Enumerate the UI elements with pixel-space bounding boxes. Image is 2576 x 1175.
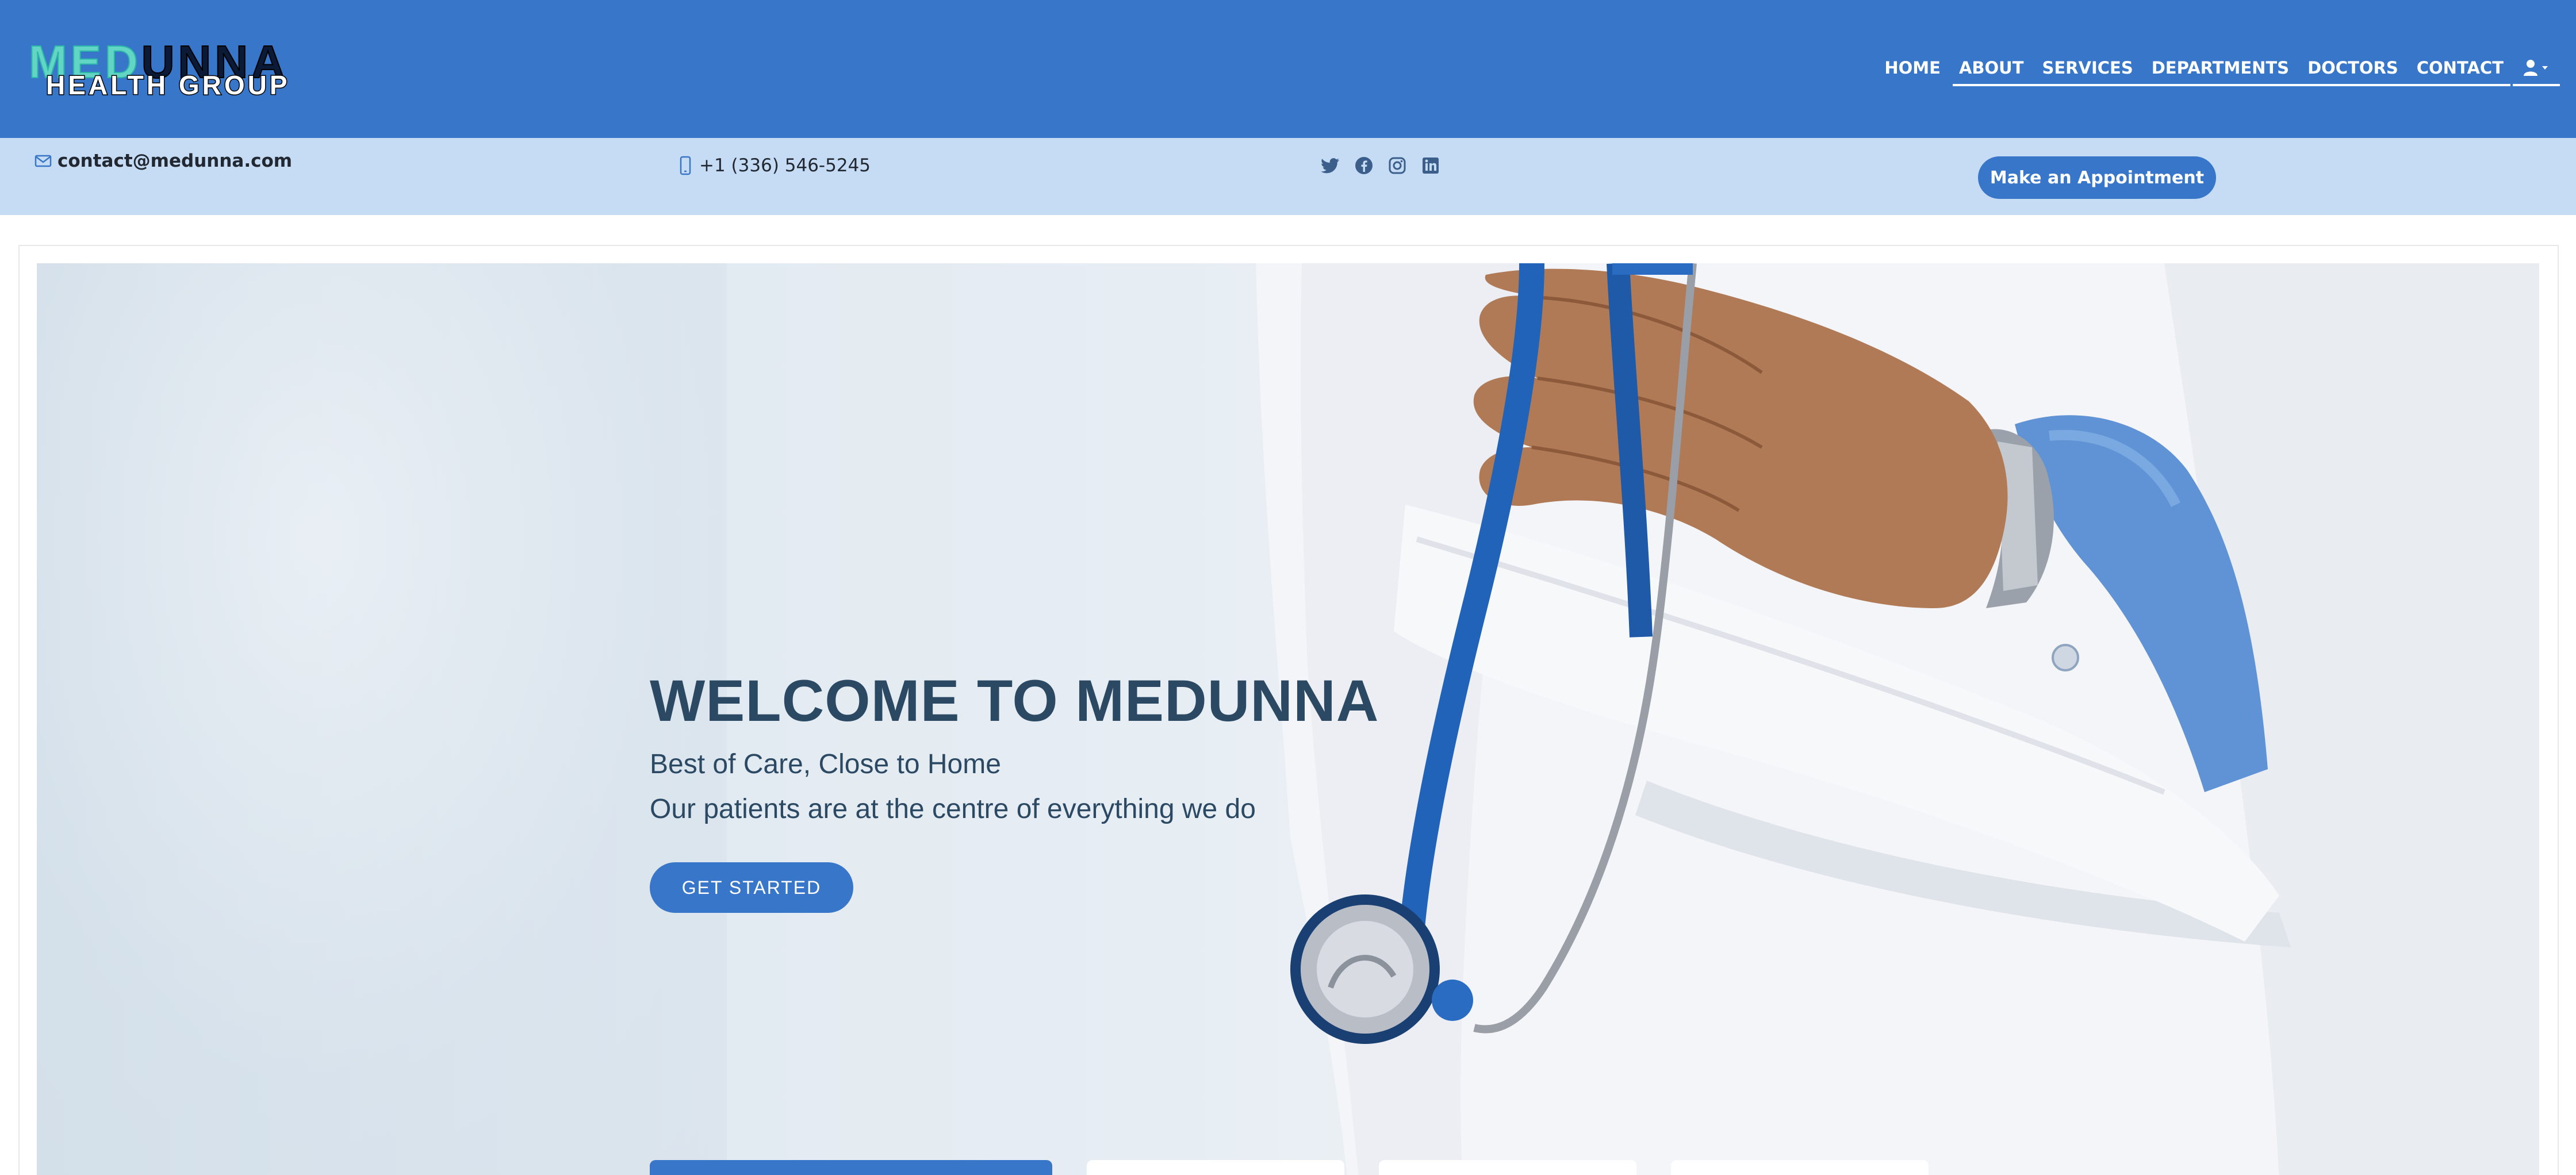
nav-about[interactable]: ABOUT: [1950, 49, 2033, 86]
phone-text[interactable]: +1 (336) 546-5245: [699, 155, 871, 176]
nav-active-underline: [1953, 84, 2510, 86]
nav-home[interactable]: HOME: [1875, 49, 1950, 86]
nav-doctors[interactable]: DOCTORS: [2298, 49, 2408, 86]
email-text[interactable]: contact@medunna.com: [57, 151, 292, 171]
social-links: [1321, 156, 1440, 175]
user-icon: [2524, 60, 2548, 76]
hero-subtitle: Best of Care, Close to Home: [650, 749, 1001, 780]
hero-banner: WELCOME TO MEDUNNA Best of Care, Close t…: [37, 263, 2539, 1175]
facebook-icon[interactable]: [1355, 156, 1373, 175]
instagram-icon[interactable]: [1388, 156, 1406, 175]
phone-contact[interactable]: +1 (336) 546-5245: [680, 155, 871, 176]
brand-logo[interactable]: MEDUNNA HEALTH GROUP: [28, 39, 362, 101]
get-started-button[interactable]: GET STARTED: [650, 862, 853, 913]
site-header: MEDUNNA HEALTH GROUP HOME ABOUT SERVICES…: [0, 0, 2576, 138]
nav-departments[interactable]: DEPARTMENTS: [2142, 49, 2298, 86]
envelope-icon: [34, 155, 52, 167]
linkedin-icon[interactable]: [1421, 156, 1440, 175]
logo-tagline: HEALTH GROUP: [45, 70, 290, 101]
contact-topbar: contact@medunna.com +1 (336) 546-5245 Ma…: [0, 138, 2576, 215]
chevron-down-icon: [2542, 66, 2548, 70]
hero-content: WELCOME TO MEDUNNA Best of Care, Close t…: [650, 669, 1379, 913]
email-contact[interactable]: contact@medunna.com: [34, 151, 292, 171]
main-nav: HOME ABOUT SERVICES DEPARTMENTS DOCTORS …: [1875, 49, 2513, 86]
user-menu-underline: [2513, 84, 2560, 86]
nav-contact[interactable]: CONTACT: [2408, 49, 2513, 86]
feature-card[interactable]: [1671, 1160, 1929, 1175]
hero-title: WELCOME TO MEDUNNA: [650, 668, 1379, 734]
hero-tagline: Our patients are at the centre of everyt…: [650, 794, 1256, 824]
feature-card[interactable]: [1379, 1160, 1636, 1175]
phone-icon: [680, 156, 691, 175]
feature-card[interactable]: [1087, 1160, 1344, 1175]
user-menu-toggle[interactable]: [2513, 49, 2560, 86]
twitter-icon[interactable]: [1321, 158, 1340, 174]
make-appointment-button[interactable]: Make an Appointment: [1978, 156, 2216, 199]
nav-services[interactable]: SERVICES: [2033, 49, 2142, 86]
feature-card-primary[interactable]: [650, 1160, 1052, 1175]
